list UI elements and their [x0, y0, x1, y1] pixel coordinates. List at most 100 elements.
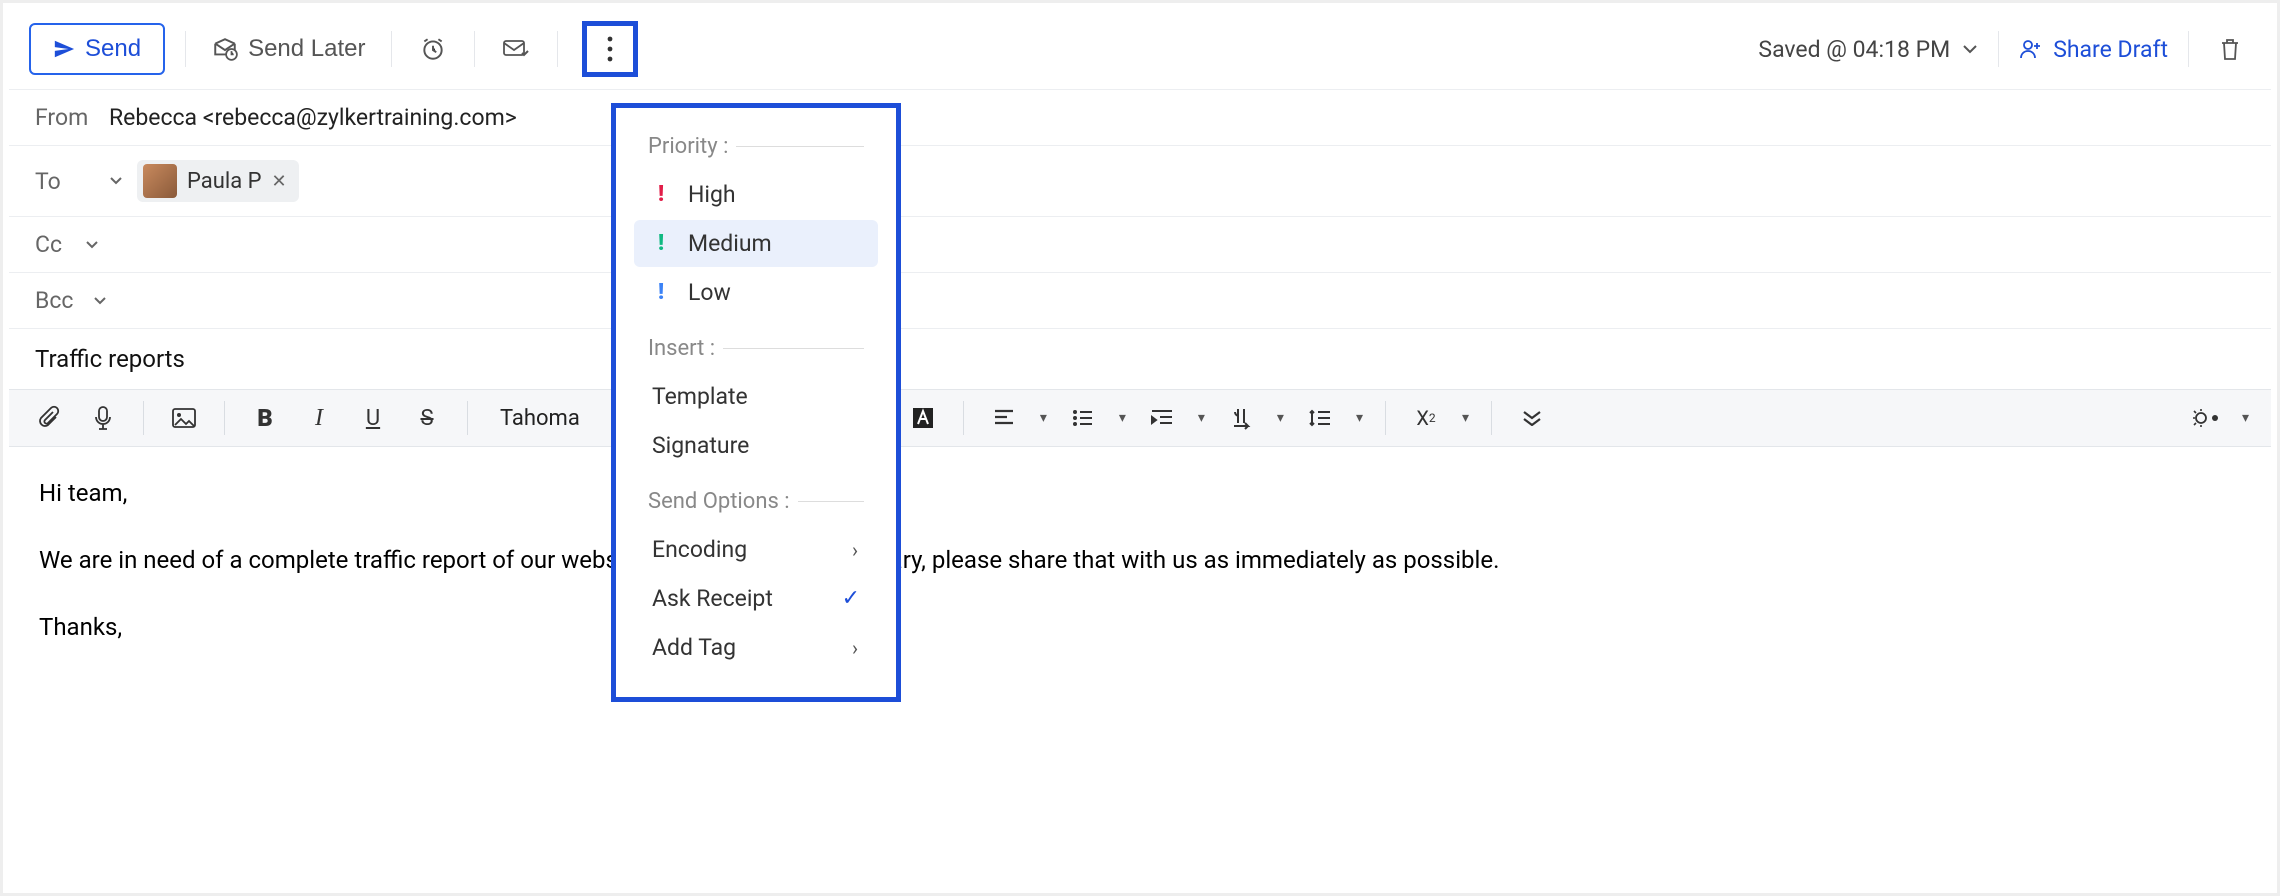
cc-row[interactable]: Cc	[9, 216, 2271, 272]
menu-item-label: Template	[652, 383, 748, 410]
send-later-button[interactable]: Send Later	[206, 29, 371, 69]
divider	[1491, 401, 1492, 435]
insert-signature-item[interactable]: Signature	[634, 422, 878, 469]
from-label: From	[35, 104, 95, 131]
recipient-name: Paula P	[187, 169, 262, 194]
add-tag-item[interactable]: Add Tag ›	[634, 624, 878, 671]
divider	[963, 401, 964, 435]
voice-button[interactable]	[85, 400, 121, 436]
highlight-icon	[911, 406, 935, 430]
divider	[467, 401, 468, 435]
line-height-button[interactable]	[1302, 400, 1338, 436]
chevron-down-icon	[1962, 43, 1978, 55]
indent-button[interactable]	[1144, 400, 1180, 436]
align-button[interactable]	[986, 400, 1022, 436]
menu-item-label: Low	[688, 279, 731, 306]
image-button[interactable]	[166, 400, 202, 436]
send-button[interactable]: Send	[29, 23, 165, 75]
encoding-item[interactable]: Encoding ›	[634, 526, 878, 573]
chevron-down-icon[interactable]	[93, 296, 107, 306]
vertical-dots-icon	[606, 35, 614, 63]
from-value[interactable]: Rebecca <rebecca@zylkertraining.com>	[109, 104, 517, 131]
trash-icon	[2218, 36, 2242, 62]
superscript-button[interactable]: X2	[1408, 400, 1444, 436]
to-row[interactable]: To Paula P ✕	[9, 145, 2271, 216]
ask-receipt-item[interactable]: Ask Receipt ✓	[634, 575, 878, 622]
envelope-check-icon	[502, 37, 530, 61]
chevron-down-icon[interactable]: ▾	[1462, 410, 1469, 426]
divider	[185, 31, 186, 67]
saved-status[interactable]: Saved @ 04:18 PM	[1758, 36, 1978, 63]
saved-label: Saved @ 04:18 PM	[1758, 36, 1950, 63]
chevron-right-icon: ›	[852, 636, 858, 660]
compose-toolbar: Send Send Later Saved @ 04:18 PM Share D…	[9, 9, 2271, 89]
email-body[interactable]: Hi team, We are in need of a complete tr…	[9, 447, 2271, 699]
share-label: Share Draft	[2053, 36, 2168, 63]
from-row: From Rebecca <rebecca@zylkertraining.com…	[9, 89, 2271, 145]
attachment-button[interactable]	[31, 400, 67, 436]
more-format-button[interactable]	[1514, 400, 1550, 436]
chevron-down-icon[interactable]: ▾	[1119, 410, 1126, 426]
chevron-down-icon[interactable]	[109, 176, 123, 186]
divider	[143, 401, 144, 435]
subject-input[interactable]: Traffic reports	[9, 328, 2271, 389]
chevron-down-icon[interactable]: ▾	[1040, 410, 1047, 426]
send-later-icon	[212, 36, 238, 62]
delete-draft-button[interactable]	[2209, 28, 2251, 70]
cc-label: Cc	[35, 231, 71, 258]
chevron-down-icon[interactable]	[85, 240, 99, 250]
more-options-menu: Priority : ! High ! Medium ! Low Insert …	[611, 103, 901, 702]
chevron-down-icon[interactable]: ▾	[1277, 410, 1284, 426]
subject-text: Traffic reports	[35, 345, 185, 373]
strikethrough-button[interactable]: S	[409, 400, 445, 436]
priority-medium-icon: !	[652, 231, 670, 256]
send-label: Send	[85, 35, 141, 63]
microphone-icon	[93, 405, 113, 431]
divider	[474, 31, 475, 67]
menu-item-label: Add Tag	[652, 634, 736, 661]
mark-read-button[interactable]	[495, 28, 537, 70]
recipient-chip[interactable]: Paula P ✕	[137, 160, 299, 202]
font-family-select[interactable]: Tahoma	[490, 406, 590, 431]
share-draft-button[interactable]: Share Draft	[2019, 36, 2168, 63]
chevron-down-icon[interactable]: ▾	[1356, 410, 1363, 426]
more-options-button[interactable]	[582, 21, 638, 77]
send-options-section-header: Send Options :	[626, 483, 886, 524]
paperclip-icon	[38, 405, 60, 431]
underline-button[interactable]: U	[355, 400, 391, 436]
indent-icon	[1150, 408, 1174, 428]
divider	[1998, 31, 1999, 67]
avatar	[143, 164, 177, 198]
insert-template-item[interactable]: Template	[634, 373, 878, 420]
priority-low-item[interactable]: ! Low	[634, 269, 878, 316]
menu-item-label: Ask Receipt	[652, 585, 773, 612]
send-icon	[53, 38, 75, 60]
send-later-label: Send Later	[248, 35, 365, 63]
priority-high-item[interactable]: ! High	[634, 171, 878, 218]
theme-button[interactable]	[2188, 400, 2224, 436]
double-chevron-down-icon	[1521, 410, 1543, 426]
text-direction-icon	[1230, 406, 1252, 430]
list-button[interactable]	[1065, 400, 1101, 436]
divider	[391, 31, 392, 67]
priority-low-icon: !	[652, 280, 670, 305]
priority-medium-item[interactable]: ! Medium	[634, 220, 878, 267]
menu-item-label: Signature	[652, 432, 749, 459]
divider	[1385, 401, 1386, 435]
alarm-clock-icon	[420, 36, 446, 62]
highlight-button[interactable]	[905, 400, 941, 436]
menu-item-label: Encoding	[652, 536, 747, 563]
remove-recipient-icon[interactable]: ✕	[272, 171, 287, 192]
body-line: Hi team,	[39, 473, 2241, 514]
italic-button[interactable]: I	[301, 400, 337, 436]
chevron-down-icon[interactable]: ▾	[1198, 410, 1205, 426]
bold-button[interactable]: B	[247, 400, 283, 436]
chevron-down-icon[interactable]: ▾	[2242, 410, 2249, 426]
reminder-button[interactable]	[412, 28, 454, 70]
body-line: Thanks,	[39, 607, 2241, 648]
insert-section-header: Insert :	[626, 330, 886, 371]
bcc-row[interactable]: Bcc	[9, 272, 2271, 328]
direction-button[interactable]	[1223, 400, 1259, 436]
to-label: To	[35, 168, 95, 195]
menu-item-label: High	[688, 181, 736, 208]
